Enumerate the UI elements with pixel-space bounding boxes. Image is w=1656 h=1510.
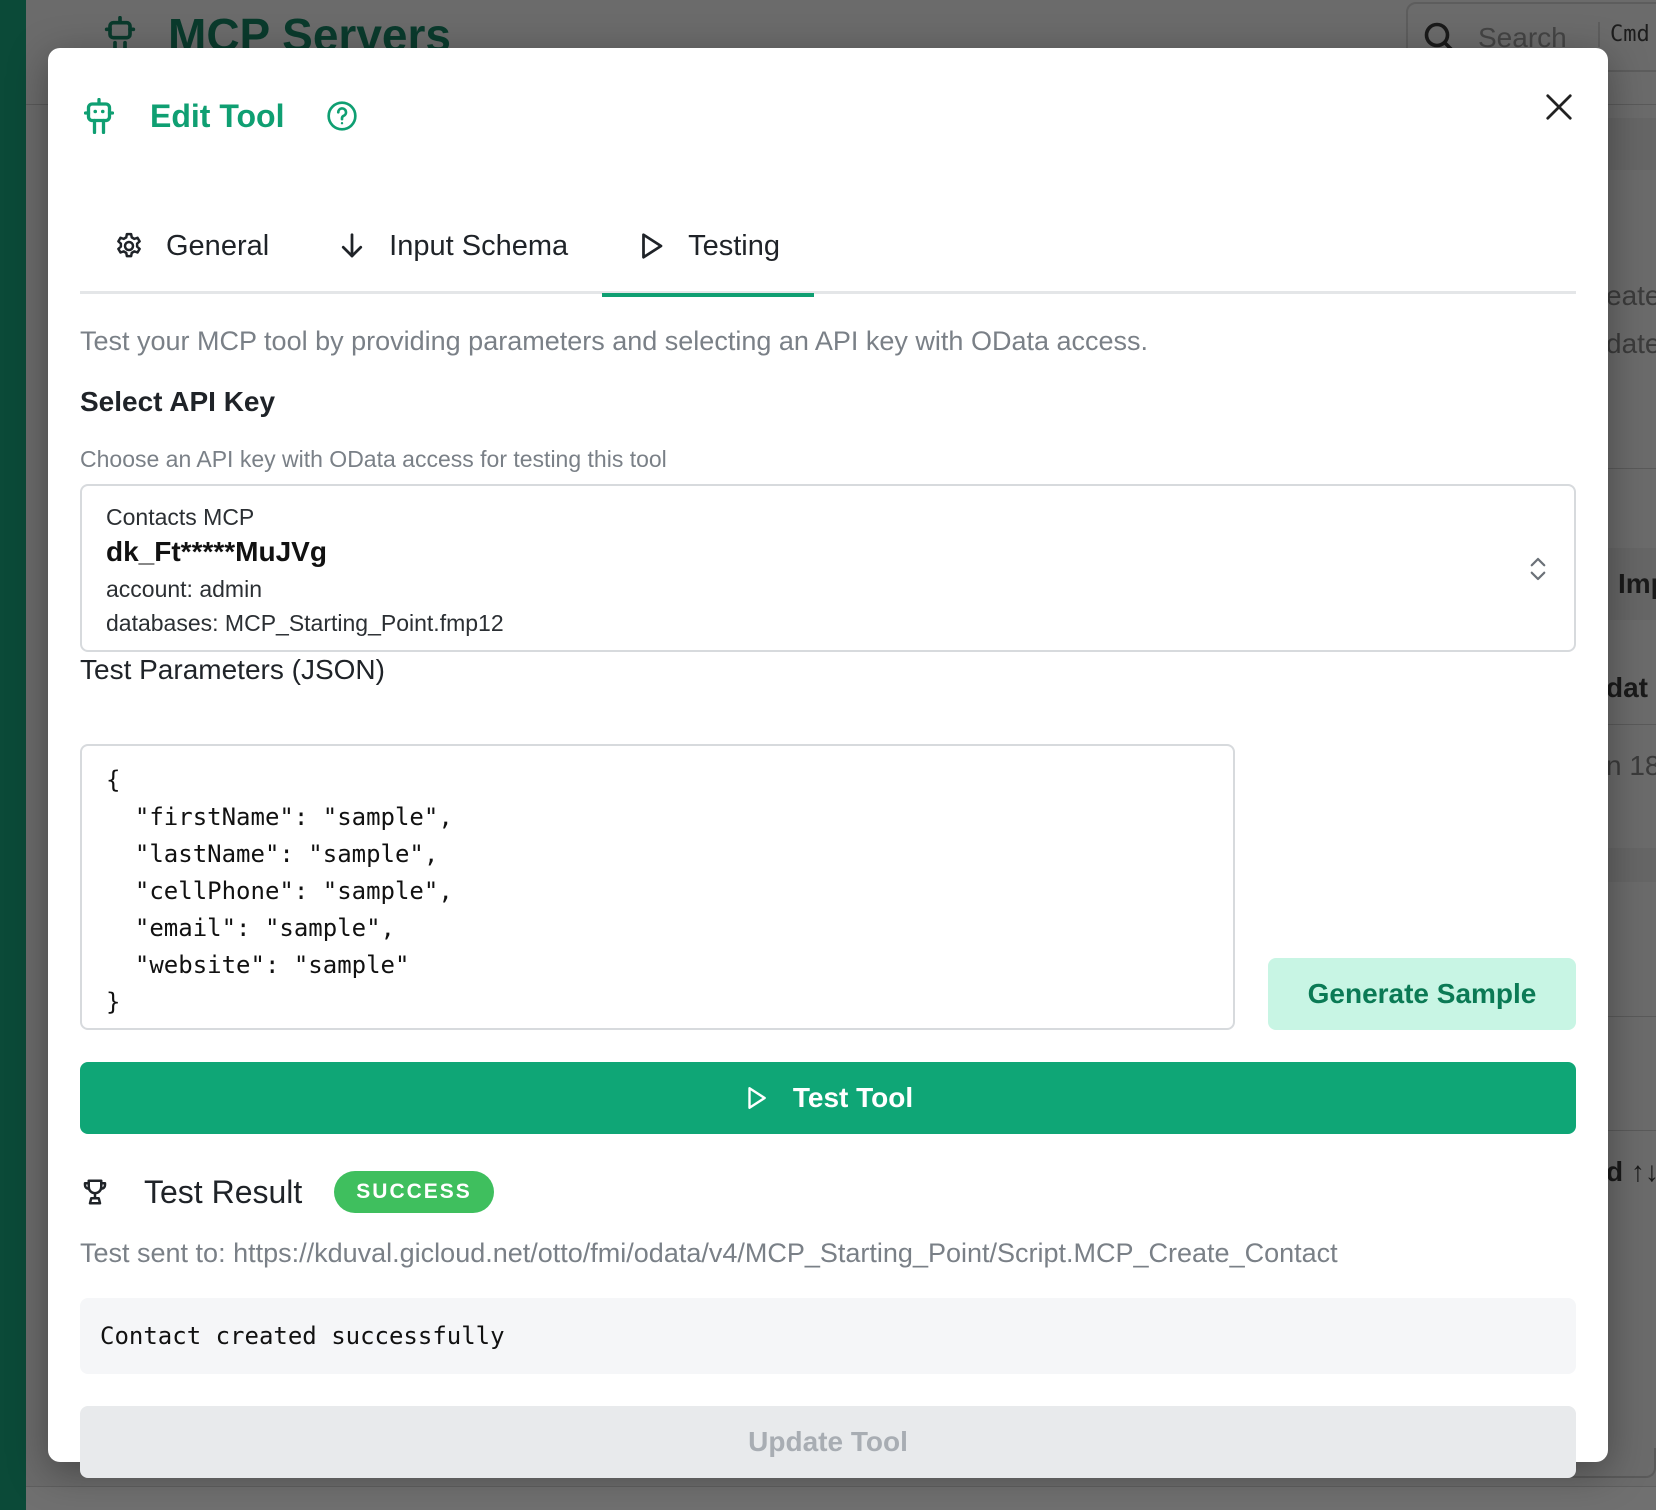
close-icon[interactable] bbox=[1544, 92, 1574, 122]
bg-peek-text: n 18 bbox=[1606, 750, 1656, 781]
modal-header: Edit Tool bbox=[84, 88, 358, 144]
app-bg-band bbox=[1606, 848, 1656, 882]
bg-divider bbox=[1606, 468, 1656, 469]
help-icon[interactable] bbox=[326, 100, 358, 132]
bg-peek-text: date bbox=[1606, 328, 1656, 359]
status-badge: SUCCESS bbox=[334, 1171, 494, 1213]
test-endpoint-text: Test sent to: https://kduval.gicloud.net… bbox=[80, 1238, 1338, 1268]
api-key-account: account: admin bbox=[106, 576, 262, 602]
play-icon bbox=[748, 1087, 766, 1109]
tab-input-schema[interactable]: Input Schema bbox=[303, 198, 602, 294]
app-bg-band bbox=[1606, 118, 1656, 170]
tab-bar: General Input Schema Testing bbox=[80, 198, 1576, 297]
bg-peek-text: dat bbox=[1606, 672, 1648, 703]
tab-testing[interactable]: Testing bbox=[602, 198, 814, 297]
edit-tool-modal: Edit Tool General Input Schema Testing T… bbox=[48, 48, 1608, 1478]
update-tool-button[interactable]: Update Tool bbox=[80, 1406, 1576, 1478]
tab-input-schema-label: Input Schema bbox=[389, 229, 569, 262]
api-key-databases: databases: MCP_Starting_Point.fmp12 bbox=[106, 610, 504, 636]
trophy-icon bbox=[83, 1179, 107, 1205]
bg-peek-text: d ↑↓ bbox=[1606, 1156, 1656, 1187]
bg-divider bbox=[1606, 1130, 1656, 1131]
test-tool-label: Test Tool bbox=[792, 1082, 914, 1113]
tab-testing-label: Testing bbox=[688, 229, 781, 262]
api-key-hint: Choose an API key with OData access for … bbox=[80, 446, 667, 472]
test-result-message: Contact created successfully bbox=[100, 1322, 505, 1350]
chevron-up-down-icon bbox=[1530, 557, 1546, 581]
test-params-label: Test Parameters (JSON) bbox=[80, 654, 385, 685]
generate-sample-button[interactable]: Generate Sample bbox=[1268, 958, 1576, 1030]
api-key-label: Select API Key bbox=[80, 386, 276, 417]
app-footer bbox=[26, 1486, 1656, 1510]
test-result-output: Contact created successfully bbox=[80, 1298, 1576, 1374]
bg-divider bbox=[1606, 724, 1656, 725]
play-icon bbox=[642, 233, 663, 259]
bg-peek-text: eate bbox=[1606, 280, 1656, 311]
arrow-down-icon bbox=[342, 233, 363, 258]
bg-divider bbox=[1606, 1016, 1656, 1017]
test-params-json[interactable]: { "firstName": "sample", "lastName": "sa… bbox=[106, 762, 1209, 1021]
test-tool-button[interactable]: Test Tool bbox=[80, 1062, 1576, 1134]
modal-title: Edit Tool bbox=[150, 97, 285, 134]
test-result-title: Test Result bbox=[144, 1173, 303, 1210]
api-key-select[interactable]: Contacts MCP dk_Ft*****MuJVg account: ad… bbox=[80, 484, 1576, 652]
robot-icon bbox=[84, 98, 114, 134]
gear-icon bbox=[117, 232, 141, 258]
testing-description: Test your MCP tool by providing paramete… bbox=[80, 326, 1149, 356]
search-shortcut: Cmd bbox=[1598, 22, 1650, 47]
test-params-editor[interactable]: { "firstName": "sample", "lastName": "sa… bbox=[80, 744, 1235, 1030]
test-result-header: Test Result SUCCESS bbox=[80, 1168, 494, 1216]
tab-general-label: General bbox=[166, 229, 270, 262]
api-key-name: Contacts MCP bbox=[106, 504, 255, 530]
api-key-value: dk_Ft*****MuJVg bbox=[106, 536, 327, 567]
bg-peek-text: Imp bbox=[1618, 568, 1656, 599]
app-sidebar-strip bbox=[0, 0, 26, 1510]
tab-general[interactable]: General bbox=[80, 198, 303, 294]
